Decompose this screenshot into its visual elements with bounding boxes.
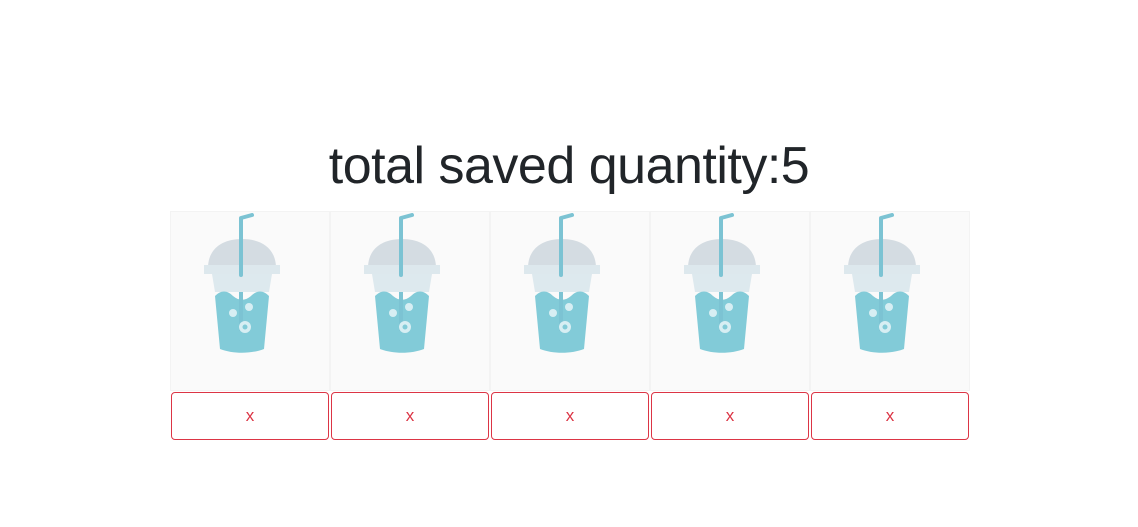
drink-cup-icon bbox=[684, 213, 760, 353]
saved-item-card: x bbox=[810, 211, 970, 441]
remove-item-button[interactable]: x bbox=[651, 392, 809, 440]
drink-cup-icon bbox=[364, 213, 440, 353]
drink-image bbox=[650, 211, 810, 391]
remove-item-button[interactable]: x bbox=[491, 392, 649, 440]
title-label: total saved quantity: bbox=[328, 136, 782, 195]
saved-items-list: x x x x x bbox=[170, 211, 970, 441]
page-title: total saved quantity:5 bbox=[0, 131, 1138, 201]
saved-item-card: x bbox=[650, 211, 810, 441]
total-quantity-value: 5 bbox=[780, 136, 810, 195]
page: total saved quantity:5 x x x x x bbox=[0, 0, 1138, 527]
remove-item-button[interactable]: x bbox=[811, 392, 969, 440]
remove-item-button[interactable]: x bbox=[331, 392, 489, 440]
drink-image bbox=[810, 211, 970, 391]
drink-cup-icon bbox=[844, 213, 920, 353]
drink-cup-icon bbox=[204, 213, 280, 353]
saved-item-card: x bbox=[330, 211, 490, 441]
drink-image bbox=[170, 211, 330, 391]
drink-image bbox=[490, 211, 650, 391]
saved-item-card: x bbox=[490, 211, 650, 441]
remove-item-button[interactable]: x bbox=[171, 392, 329, 440]
drink-cup-icon bbox=[524, 213, 600, 353]
drink-image bbox=[330, 211, 490, 391]
saved-item-card: x bbox=[170, 211, 330, 441]
